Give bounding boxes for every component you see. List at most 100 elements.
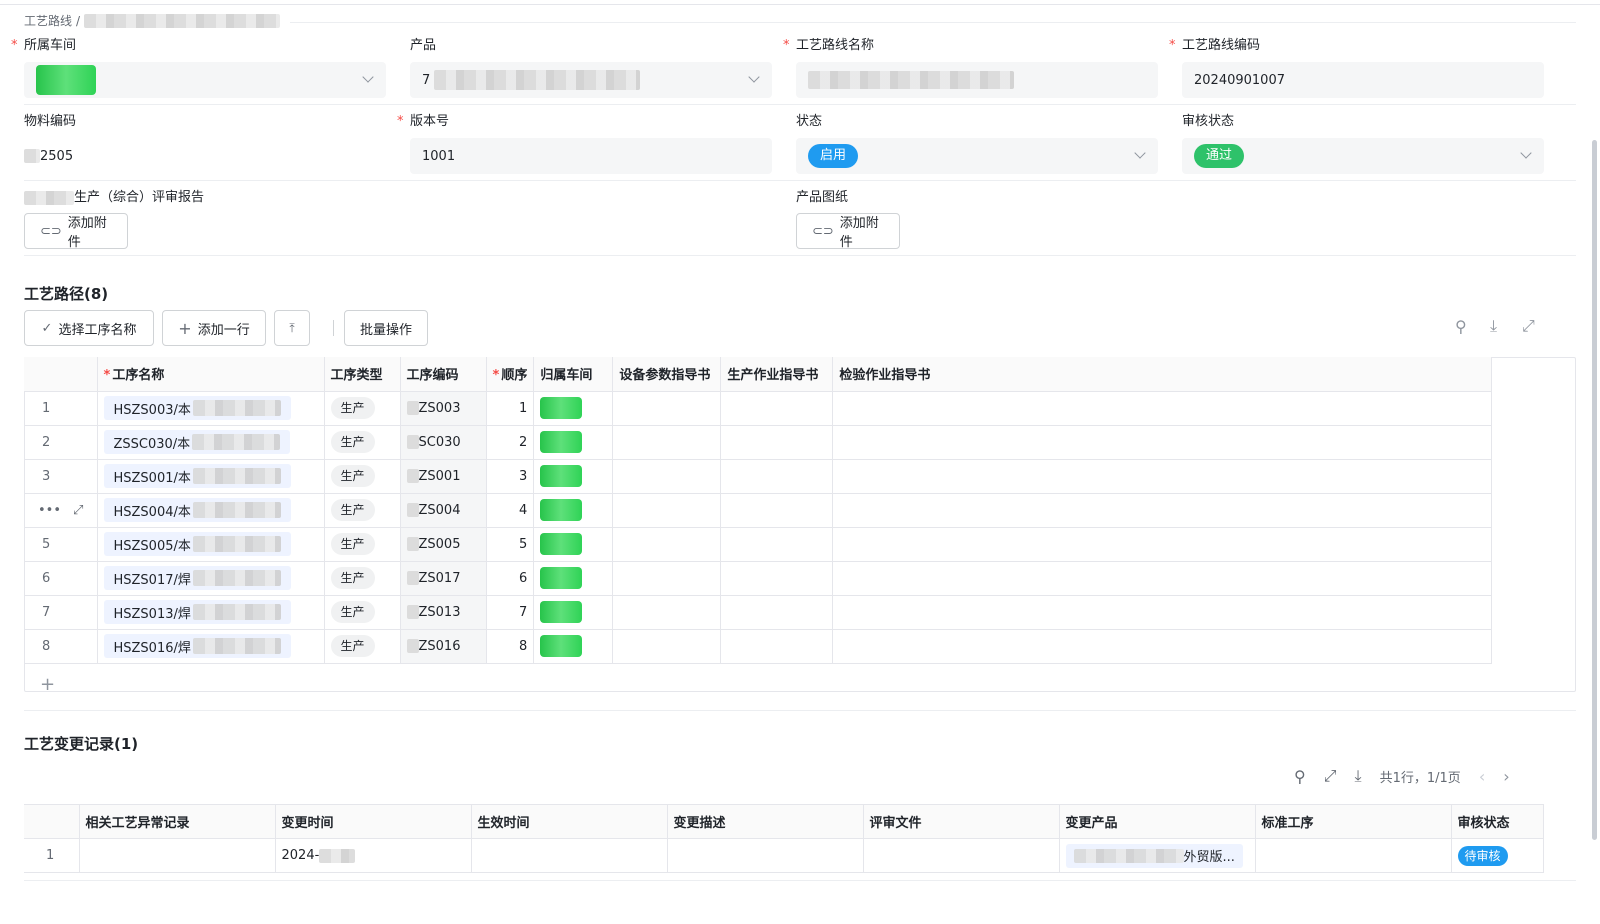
workshop-cell[interactable] (533, 629, 614, 664)
fullscreen-icon[interactable]: ⤢ (1522, 316, 1535, 336)
production-guide-cell[interactable] (720, 391, 834, 426)
process-type-cell[interactable]: 生产 (324, 629, 401, 664)
row-actions-cell[interactable]: ••• ⤢ (24, 493, 98, 528)
inspection-guide-cell[interactable] (832, 459, 1493, 494)
column-header[interactable]: * 顺序 (486, 357, 535, 392)
column-header[interactable]: 设备参数指导书 (612, 357, 722, 392)
process-type-cell[interactable]: 生产 (324, 391, 401, 426)
equipment-guide-cell[interactable] (612, 459, 722, 494)
table-row[interactable]: 3 HSZS001/本 生产 ZS001 3 (24, 459, 1493, 494)
workshop-cell[interactable] (533, 527, 614, 562)
scrollbar[interactable] (1592, 140, 1597, 840)
add-drawing-attachment-button[interactable]: ⊂⊃ 添加附件 (796, 213, 900, 250)
column-header[interactable]: 变更时间 (275, 804, 472, 839)
inspection-guide-cell[interactable] (832, 527, 1493, 562)
inspection-guide-cell[interactable] (832, 493, 1493, 528)
review-file-cell[interactable] (863, 838, 1060, 873)
change-description-cell[interactable] (667, 838, 864, 873)
table-row[interactable]: 5 HSZS005/本 生产 ZS005 5 (24, 527, 1493, 562)
table-row[interactable]: 8 HSZS016/焊 生产 ZS016 8 (24, 629, 1493, 664)
workshop-cell[interactable] (533, 425, 614, 460)
table-row[interactable]: ••• ⤢ HSZS004/本 生产 ZS004 4 (24, 493, 1493, 528)
order-cell[interactable]: 1 (486, 391, 535, 426)
changed-product-cell[interactable]: 外贸版... (1059, 838, 1256, 873)
breadcrumb-root[interactable]: 工艺路线 (24, 12, 72, 29)
column-header[interactable]: 检验作业指导书 (832, 357, 1493, 392)
add-row-button[interactable]: + 添加一行 (162, 310, 266, 346)
change-time-cell[interactable]: 2024- (275, 838, 472, 873)
process-type-cell[interactable]: 生产 (324, 425, 401, 460)
table-row[interactable]: 6 HSZS017/焊 生产 ZS017 6 (24, 561, 1493, 596)
equipment-guide-cell[interactable] (612, 561, 722, 596)
plus-icon[interactable]: + (40, 674, 55, 695)
column-header[interactable]: 评审文件 (863, 804, 1060, 839)
equipment-guide-cell[interactable] (612, 493, 722, 528)
column-header[interactable]: 生效时间 (471, 804, 668, 839)
inspection-guide-cell[interactable] (832, 561, 1493, 596)
column-header[interactable]: 归属车间 (533, 357, 614, 392)
standard-process-cell[interactable] (1255, 838, 1452, 873)
batch-operation-button[interactable]: 批量操作 (344, 310, 428, 346)
product-select[interactable]: 7 (410, 62, 772, 98)
version-input[interactable]: 1001 (410, 138, 772, 174)
workshop-cell[interactable] (533, 561, 614, 596)
process-name-cell[interactable]: HSZS005/本 (97, 527, 325, 562)
effective-time-cell[interactable] (471, 838, 668, 873)
workshop-cell[interactable] (533, 459, 614, 494)
production-guide-cell[interactable] (720, 629, 834, 664)
column-header[interactable]: 工序编码 (400, 357, 487, 392)
column-header[interactable]: 变更描述 (667, 804, 864, 839)
process-name-cell[interactable]: HSZS003/本 (97, 391, 325, 426)
equipment-guide-cell[interactable] (612, 595, 722, 630)
process-type-cell[interactable]: 生产 (324, 527, 401, 562)
download-icon[interactable]: ⤓ (1355, 766, 1362, 786)
production-guide-cell[interactable] (720, 527, 834, 562)
more-icon[interactable]: ••• (38, 503, 61, 518)
column-header[interactable]: 工序类型 (324, 357, 401, 392)
process-name-cell[interactable]: HSZS016/焊 (97, 629, 325, 664)
production-guide-cell[interactable] (720, 425, 834, 460)
process-name-cell[interactable]: HSZS013/焊 (97, 595, 325, 630)
table-row[interactable]: 7 HSZS013/焊 生产 ZS013 7 (24, 595, 1493, 630)
inspection-guide-cell[interactable] (832, 391, 1493, 426)
column-header[interactable]: 生产作业指导书 (720, 357, 834, 392)
route-code-input[interactable]: 20240901007 (1182, 62, 1544, 98)
abnormal-record-cell[interactable] (79, 838, 276, 873)
production-guide-cell[interactable] (720, 459, 834, 494)
order-cell[interactable]: 5 (486, 527, 535, 562)
add-attachment-button[interactable]: ⊂⊃ 添加附件 (24, 213, 128, 250)
search-icon[interactable]: ⚲ (1294, 767, 1306, 786)
equipment-guide-cell[interactable] (612, 629, 722, 664)
next-page-icon[interactable]: › (1503, 767, 1509, 786)
select-process-button[interactable]: ✓ 选择工序名称 (24, 310, 154, 346)
download-icon[interactable]: ⤓ (1490, 316, 1497, 336)
column-header[interactable]: 审核状态 (1451, 804, 1544, 839)
table-row[interactable]: 1 HSZS003/本 生产 ZS003 1 (24, 391, 1493, 426)
table-row[interactable]: 2 ZSSC030/本 生产 SC030 2 (24, 425, 1493, 460)
process-type-cell[interactable]: 生产 (324, 459, 401, 494)
order-cell[interactable]: 6 (486, 561, 535, 596)
order-cell[interactable]: 2 (486, 425, 535, 460)
column-header[interactable]: 相关工艺异常记录 (79, 804, 276, 839)
production-guide-cell[interactable] (720, 561, 834, 596)
process-name-cell[interactable]: HSZS004/本 (97, 493, 325, 528)
equipment-guide-cell[interactable] (612, 527, 722, 562)
process-name-cell[interactable]: HSZS017/焊 (97, 561, 325, 596)
production-guide-cell[interactable] (720, 493, 834, 528)
fullscreen-icon[interactable]: ⤢ (1324, 766, 1337, 786)
table-row[interactable]: 1 2024- 外贸版... 待审核 (24, 838, 1544, 873)
status-select[interactable]: 启用 (796, 138, 1158, 174)
column-header[interactable]: 变更产品 (1059, 804, 1256, 839)
route-name-input[interactable] (796, 62, 1158, 98)
prev-page-icon[interactable]: ‹ (1479, 767, 1485, 786)
process-type-cell[interactable]: 生产 (324, 595, 401, 630)
column-header[interactable]: 标准工序 (1255, 804, 1452, 839)
inspection-guide-cell[interactable] (832, 629, 1493, 664)
workshop-select[interactable] (24, 62, 386, 98)
upload-button[interactable]: ⤒ (274, 310, 310, 346)
process-name-cell[interactable]: ZSSC030/本 (97, 425, 325, 460)
equipment-guide-cell[interactable] (612, 425, 722, 460)
order-cell[interactable]: 7 (486, 595, 535, 630)
process-name-cell[interactable]: HSZS001/本 (97, 459, 325, 494)
workshop-cell[interactable] (533, 493, 614, 528)
